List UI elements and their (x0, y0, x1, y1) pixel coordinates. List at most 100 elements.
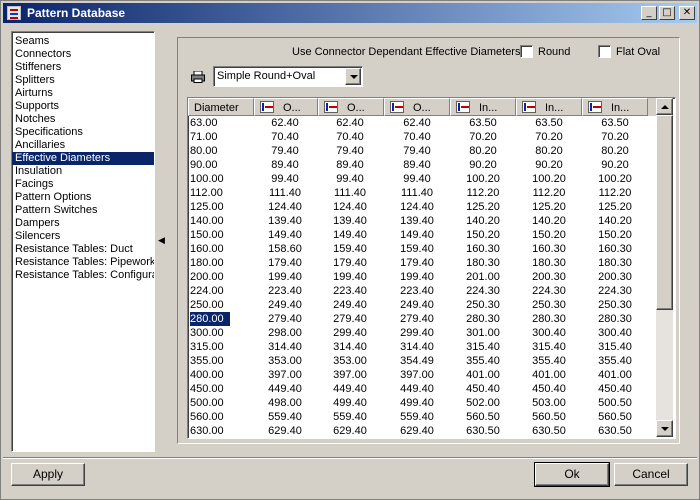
diameter-cell[interactable]: 80.00 (190, 144, 250, 158)
table-row[interactable]: 630.00 629.40 629.40 629.40 630.50 630.50 630.… (188, 424, 658, 438)
value-cell[interactable]: 79.40 (253, 144, 317, 158)
value-cell[interactable]: 315.40 (451, 340, 515, 354)
value-cell[interactable]: 401.00 (451, 368, 515, 382)
value-cell[interactable]: 315.40 (583, 340, 647, 354)
value-cell[interactable]: 158.60 (253, 242, 317, 256)
value-cell[interactable]: 160.30 (517, 242, 581, 256)
value-cell[interactable]: 70.20 (517, 130, 581, 144)
table-row[interactable]: 71.00 70.40 70.40 70.40 70.20 70.20 70.20 (188, 130, 658, 144)
close-button[interactable]: ✕ (679, 6, 695, 20)
maximize-button[interactable]: □ (659, 6, 675, 20)
value-cell[interactable]: 223.40 (385, 284, 449, 298)
value-cell[interactable]: 179.40 (253, 256, 317, 270)
value-cell[interactable]: 159.40 (385, 242, 449, 256)
value-cell[interactable]: 100.20 (451, 172, 515, 186)
flat-oval-checkbox[interactable] (598, 45, 611, 58)
diameter-cell[interactable]: 450.00 (190, 382, 250, 396)
value-cell[interactable]: 301.00 (451, 326, 515, 340)
value-cell[interactable]: 630.50 (583, 424, 647, 438)
value-cell[interactable]: 279.40 (253, 312, 317, 326)
value-cell[interactable]: 280.30 (583, 312, 647, 326)
scroll-up-button[interactable] (656, 98, 673, 115)
diameter-cell[interactable]: 355.00 (190, 354, 250, 368)
value-cell[interactable]: 397.00 (318, 368, 382, 382)
value-cell[interactable]: 80.20 (517, 144, 581, 158)
value-cell[interactable]: 125.20 (583, 200, 647, 214)
value-cell[interactable]: 559.40 (385, 410, 449, 424)
value-cell[interactable]: 200.30 (583, 270, 647, 284)
value-cell[interactable]: 300.40 (583, 326, 647, 340)
sidebar-item[interactable]: Dampers (12, 217, 154, 230)
value-cell[interactable]: 150.20 (583, 228, 647, 242)
sidebar-item[interactable]: Facings (12, 178, 154, 191)
value-cell[interactable]: 401.00 (517, 368, 581, 382)
value-cell[interactable]: 80.20 (583, 144, 647, 158)
scroll-thumb[interactable] (656, 115, 673, 310)
value-cell[interactable]: 401.00 (583, 368, 647, 382)
value-cell[interactable]: 355.40 (517, 354, 581, 368)
diameter-cell[interactable]: 160.00 (190, 242, 250, 256)
value-cell[interactable]: 499.40 (318, 396, 382, 410)
column-header[interactable]: O... (384, 98, 450, 116)
sidebar-item[interactable]: Pattern Switches (12, 204, 154, 217)
diameter-cell[interactable]: 630.00 (190, 424, 250, 438)
value-cell[interactable]: 353.00 (318, 354, 382, 368)
value-cell[interactable]: 450.40 (451, 382, 515, 396)
value-cell[interactable]: 223.40 (253, 284, 317, 298)
value-cell[interactable]: 112.20 (517, 186, 581, 200)
value-cell[interactable]: 180.30 (583, 256, 647, 270)
table-row[interactable]: 140.00 139.40 139.40 139.40 140.20 140.20 140.… (188, 214, 658, 228)
diameter-cell[interactable]: 71.00 (190, 130, 250, 144)
value-cell[interactable]: 160.30 (451, 242, 515, 256)
sidebar-item[interactable]: Resistance Tables: Configura (12, 269, 154, 282)
column-header[interactable]: O... (254, 98, 318, 116)
value-cell[interactable]: 500.50 (583, 396, 647, 410)
value-cell[interactable]: 298.00 (253, 326, 317, 340)
sidebar-item[interactable]: Notches (12, 113, 154, 126)
value-cell[interactable]: 90.20 (517, 158, 581, 172)
value-cell[interactable]: 100.20 (583, 172, 647, 186)
value-cell[interactable]: 99.40 (253, 172, 317, 186)
table-row[interactable]: 63.00 62.40 62.40 62.40 63.50 63.50 63.50 (188, 116, 658, 130)
value-cell[interactable]: 279.40 (385, 312, 449, 326)
round-checkbox[interactable] (520, 45, 533, 58)
value-cell[interactable]: 279.40 (318, 312, 382, 326)
value-cell[interactable]: 125.20 (517, 200, 581, 214)
table-row[interactable]: 300.00 298.00 299.40 299.40 301.00 300.40 300.… (188, 326, 658, 340)
value-cell[interactable]: 499.40 (385, 396, 449, 410)
value-cell[interactable]: 199.40 (385, 270, 449, 284)
sidebar-item[interactable]: Supports (12, 100, 154, 113)
table-row[interactable]: 224.00 223.40 223.40 223.40 224.30 224.30 224.… (188, 284, 658, 298)
table-row[interactable]: 125.00 124.40 124.40 124.40 125.20 125.20 125.… (188, 200, 658, 214)
table-row[interactable]: 150.00 149.40 149.40 149.40 150.20 150.20 150.… (188, 228, 658, 242)
value-cell[interactable]: 280.30 (517, 312, 581, 326)
value-cell[interactable]: 250.30 (583, 298, 647, 312)
diameter-cell[interactable]: 63.00 (190, 116, 250, 130)
value-cell[interactable]: 124.40 (385, 200, 449, 214)
value-cell[interactable]: 201.00 (451, 270, 515, 284)
value-cell[interactable]: 89.40 (385, 158, 449, 172)
column-header-diameter[interactable]: Diameter (188, 98, 254, 116)
table-row[interactable]: 160.00 158.60 159.40 159.40 160.30 160.30 160.… (188, 242, 658, 256)
diameter-cell[interactable]: 400.00 (190, 368, 250, 382)
value-cell[interactable]: 300.40 (517, 326, 581, 340)
value-cell[interactable]: 629.40 (253, 424, 317, 438)
collapse-arrow-icon[interactable]: ◀ (158, 236, 165, 246)
value-cell[interactable]: 224.30 (517, 284, 581, 298)
table-row[interactable]: 560.00 559.40 559.40 559.40 560.50 560.50 560.… (188, 410, 658, 424)
value-cell[interactable]: 90.20 (451, 158, 515, 172)
value-cell[interactable]: 139.40 (318, 214, 382, 228)
value-cell[interactable]: 200.30 (517, 270, 581, 284)
value-cell[interactable]: 179.40 (385, 256, 449, 270)
sidebar-item[interactable]: Resistance Tables: Duct (12, 243, 154, 256)
sidebar-item[interactable]: Stiffeners (12, 61, 154, 74)
value-cell[interactable]: 560.50 (517, 410, 581, 424)
value-cell[interactable]: 70.20 (583, 130, 647, 144)
table-row[interactable]: 280.00 279.40 279.40 279.40 280.30 280.30 280.… (188, 312, 658, 326)
value-cell[interactable]: 62.40 (318, 116, 382, 130)
sidebar-item[interactable]: Resistance Tables: Pipework (12, 256, 154, 269)
diameter-cell[interactable]: 300.00 (190, 326, 250, 340)
value-cell[interactable]: 180.30 (517, 256, 581, 270)
value-cell[interactable]: 397.00 (253, 368, 317, 382)
value-cell[interactable]: 299.40 (385, 326, 449, 340)
